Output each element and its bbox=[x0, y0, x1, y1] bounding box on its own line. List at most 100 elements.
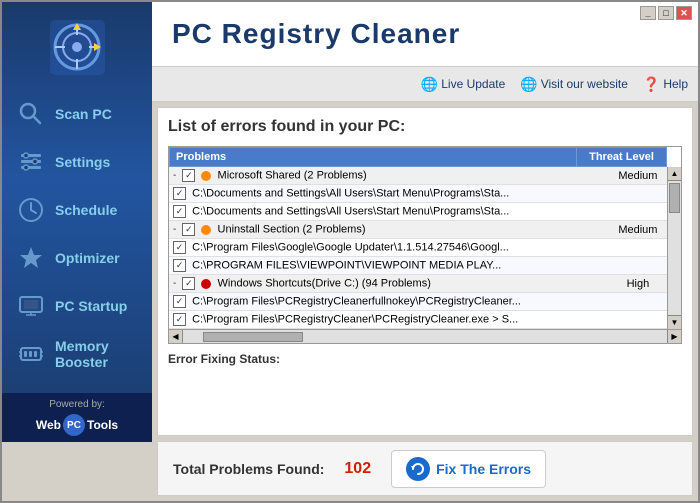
expand-icon[interactable]: - bbox=[173, 170, 176, 181]
main-window: _ □ ✕ bbox=[0, 0, 700, 503]
status-label: Error Fixing Status: bbox=[168, 352, 280, 366]
checkbox[interactable] bbox=[182, 277, 195, 290]
group-label: Windows Shortcuts(Drive C:) (94 Problems… bbox=[218, 277, 431, 289]
total-count: 102 bbox=[344, 460, 371, 478]
scan-icon bbox=[15, 98, 47, 130]
checkbox[interactable] bbox=[173, 295, 186, 308]
threat-dot bbox=[201, 171, 211, 181]
threat-dot bbox=[201, 225, 211, 235]
scroll-thumb[interactable] bbox=[669, 183, 680, 213]
checkbox[interactable] bbox=[182, 169, 195, 182]
optimizer-icon bbox=[15, 242, 47, 274]
sidebar-label-schedule: Schedule bbox=[55, 202, 117, 218]
schedule-icon bbox=[15, 194, 47, 226]
file-path: C:\Program Files\PCRegistryCleaner\PCReg… bbox=[192, 313, 518, 325]
section-title: List of errors found in your PC: bbox=[168, 118, 682, 136]
fix-errors-button[interactable]: Fix The Errors bbox=[391, 450, 546, 488]
threat-level: Medium bbox=[609, 221, 667, 239]
threat-level bbox=[609, 185, 667, 203]
scroll-right-arrow[interactable]: ▶ bbox=[667, 330, 681, 344]
live-update-label: Live Update bbox=[441, 77, 505, 91]
table-scroll[interactable]: - Microsoft Shared (2 Problems) Medium C… bbox=[169, 167, 681, 329]
threat-level bbox=[609, 239, 667, 257]
checkbox[interactable] bbox=[173, 205, 186, 218]
help-label: Help bbox=[663, 77, 688, 91]
threat-header: Threat Level bbox=[577, 148, 667, 167]
sidebar-item-schedule[interactable]: Schedule bbox=[7, 188, 147, 232]
live-update-button[interactable]: 🌐 Live Update bbox=[421, 76, 505, 93]
memory-booster-icon bbox=[15, 338, 47, 370]
settings-icon bbox=[15, 146, 47, 178]
sidebar-label-memory-booster: MemoryBooster bbox=[55, 338, 109, 370]
table-row: C:\Program Files\Google\Google Updater\1… bbox=[169, 239, 667, 257]
sidebar-label-settings: Settings bbox=[55, 154, 110, 170]
table-row: C:\PROGRAM FILES\VIEWPOINT\VIEWPOINT MED… bbox=[169, 257, 667, 275]
app-logo bbox=[37, 12, 117, 82]
sidebar-item-scan[interactable]: Scan PC bbox=[7, 92, 147, 136]
fix-icon bbox=[406, 457, 430, 481]
sidebar: Scan PC Settings bbox=[2, 2, 152, 442]
expand-icon[interactable]: - bbox=[173, 224, 176, 235]
pc-startup-icon bbox=[15, 290, 47, 322]
table-row: C:\Documents and Settings\All Users\Star… bbox=[169, 185, 667, 203]
vertical-scrollbar[interactable]: ▲ ▼ bbox=[667, 167, 681, 329]
problems-header: Problems bbox=[170, 148, 577, 167]
table-row: - Microsoft Shared (2 Problems) Medium bbox=[169, 167, 667, 185]
scroll-down-arrow[interactable]: ▼ bbox=[668, 315, 681, 329]
checkbox[interactable] bbox=[173, 241, 186, 254]
table-row: C:\Program Files\PCRegistryCleanerfullno… bbox=[169, 293, 667, 311]
threat-level bbox=[609, 293, 667, 311]
bottom-bar: Total Problems Found: 102 Fix The Errors bbox=[157, 441, 693, 496]
total-problems-label: Total Problems Found: bbox=[173, 461, 324, 477]
fix-errors-label: Fix The Errors bbox=[436, 461, 531, 477]
maximize-button[interactable]: □ bbox=[658, 6, 674, 20]
group-label: Microsoft Shared (2 Problems) bbox=[218, 169, 367, 181]
file-path: C:\PROGRAM FILES\VIEWPOINT\VIEWPOINT MED… bbox=[192, 259, 501, 271]
error-fixing-status: Error Fixing Status: bbox=[168, 352, 682, 366]
table-row: C:\Documents and Settings\All Users\Star… bbox=[169, 203, 667, 221]
scroll-up-arrow[interactable]: ▲ bbox=[668, 167, 681, 181]
threat-level: High bbox=[609, 275, 667, 293]
sidebar-item-memory-booster[interactable]: MemoryBooster bbox=[7, 332, 147, 376]
help-icon: ❓ bbox=[643, 76, 660, 93]
visit-website-button[interactable]: 🌐 Visit our website bbox=[520, 76, 628, 93]
expand-icon[interactable]: - bbox=[173, 278, 176, 289]
minimize-button[interactable]: _ bbox=[640, 6, 656, 20]
threat-dot bbox=[201, 279, 211, 289]
main-content: List of errors found in your PC: Problem… bbox=[157, 107, 693, 436]
table-row: - Uninstall Section (2 Problems) Medium bbox=[169, 221, 667, 239]
threat-level bbox=[609, 257, 667, 275]
group-label: Uninstall Section (2 Problems) bbox=[218, 223, 366, 235]
visit-website-label: Visit our website bbox=[541, 77, 628, 91]
checkbox[interactable] bbox=[173, 259, 186, 272]
file-path: C:\Documents and Settings\All Users\Star… bbox=[192, 187, 509, 199]
help-button[interactable]: ❓ Help bbox=[643, 76, 688, 93]
checkbox[interactable] bbox=[182, 223, 195, 236]
file-path: C:\Documents and Settings\All Users\Star… bbox=[192, 205, 509, 217]
website-icon: 🌐 bbox=[520, 76, 537, 93]
scroll-h-thumb[interactable] bbox=[203, 332, 303, 342]
powered-by: Powered by: Web PC Tools bbox=[2, 393, 152, 442]
checkbox[interactable] bbox=[173, 187, 186, 200]
sidebar-item-pc-startup[interactable]: PC Startup bbox=[7, 284, 147, 328]
horizontal-scrollbar[interactable]: ◀ ▶ bbox=[169, 329, 681, 343]
table-row: - Windows Shortcuts(Drive C:) (94 Proble… bbox=[169, 275, 667, 293]
file-path: C:\Program Files\PCRegistryCleanerfullno… bbox=[192, 295, 521, 307]
sidebar-item-settings[interactable]: Settings bbox=[7, 140, 147, 184]
close-button[interactable]: ✕ bbox=[676, 6, 692, 20]
app-title: PC Registry Cleaner bbox=[172, 18, 460, 50]
globe-icon: 🌐 bbox=[421, 76, 438, 93]
threat-level: Medium bbox=[609, 167, 667, 185]
sidebar-label-optimizer: Optimizer bbox=[55, 250, 120, 266]
threat-level bbox=[609, 203, 667, 221]
table-row: C:\Program Files\PCRegistryCleaner\PCReg… bbox=[169, 311, 667, 329]
app-header: PC Registry Cleaner bbox=[152, 2, 698, 67]
window-controls: _ □ ✕ bbox=[640, 6, 692, 20]
sidebar-label-scan: Scan PC bbox=[55, 106, 112, 122]
threat-level bbox=[609, 311, 667, 329]
sidebar-item-optimizer[interactable]: Optimizer bbox=[7, 236, 147, 280]
toolbar: 🌐 Live Update 🌐 Visit our website ❓ Help bbox=[152, 67, 698, 102]
scroll-left-arrow[interactable]: ◀ bbox=[169, 330, 183, 344]
powered-by-label: Powered by: bbox=[8, 399, 146, 410]
checkbox[interactable] bbox=[173, 313, 186, 326]
